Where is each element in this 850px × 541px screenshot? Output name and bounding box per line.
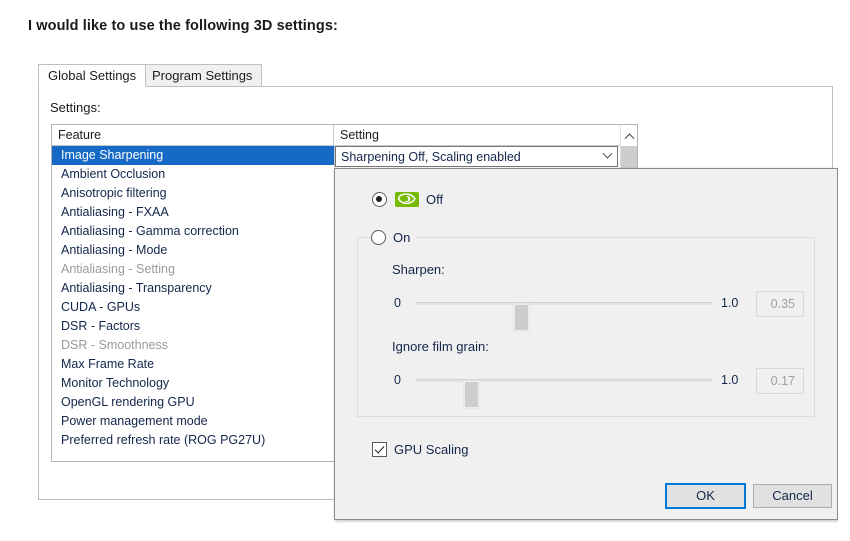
- film-grain-value-field[interactable]: 0.17: [756, 368, 804, 394]
- tab-strip: Global Settings Program Settings: [38, 64, 833, 87]
- settings-row[interactable]: Image Sharpening: [52, 146, 334, 165]
- radio-option-off[interactable]: Off: [372, 192, 443, 207]
- chevron-down-icon[interactable]: [597, 147, 617, 166]
- settings-row[interactable]: Antialiasing - FXAA: [52, 203, 334, 222]
- sharpen-slider-thumb[interactable]: [514, 304, 529, 331]
- radio-off-indicator[interactable]: [372, 192, 387, 207]
- sharpen-slider-track[interactable]: [416, 302, 712, 305]
- gpu-scaling-checkbox[interactable]: [372, 442, 387, 457]
- settings-row-clipped[interactable]: [52, 450, 334, 460]
- radio-off-label: Off: [426, 192, 443, 207]
- settings-row[interactable]: Antialiasing - Setting: [52, 260, 334, 279]
- settings-row[interactable]: Anisotropic filtering: [52, 184, 334, 203]
- cancel-button[interactable]: Cancel: [753, 484, 832, 508]
- settings-row[interactable]: Antialiasing - Transparency: [52, 279, 334, 298]
- settings-row[interactable]: Antialiasing - Mode: [52, 241, 334, 260]
- tab-program-settings-label: Program Settings: [152, 68, 252, 83]
- settings-row[interactable]: CUDA - GPUs: [52, 298, 334, 317]
- film-grain-label: Ignore film grain:: [392, 339, 489, 354]
- setting-value-combobox[interactable]: Sharpening Off, Scaling enabled: [335, 146, 618, 167]
- settings-grid-rows: Image SharpeningAmbient OcclusionAnisotr…: [52, 146, 334, 460]
- nvidia-eye-logo: [395, 192, 419, 207]
- gpu-scaling-label: GPU Scaling: [394, 442, 468, 457]
- settings-row[interactable]: Max Frame Rate: [52, 355, 334, 374]
- settings-row[interactable]: Preferred refresh rate (ROG PG27U): [52, 431, 334, 450]
- column-header-feature[interactable]: Feature: [52, 125, 334, 145]
- tab-strip-underline: [38, 86, 833, 87]
- settings-row[interactable]: DSR - Factors: [52, 317, 334, 336]
- sharpen-slider-row: 0 1.0 0.35: [358, 289, 814, 319]
- tab-program-settings[interactable]: Program Settings: [142, 64, 262, 87]
- image-sharpening-dialog: Off On Sharpen: 0 1.0 0.35: [334, 168, 838, 520]
- column-header-setting[interactable]: Setting: [334, 125, 621, 145]
- film-grain-slider-thumb[interactable]: [464, 381, 479, 408]
- film-grain-min-label: 0: [394, 373, 401, 387]
- film-grain-max-label: 1.0: [721, 373, 738, 387]
- sharpen-value-field[interactable]: 0.35: [756, 291, 804, 317]
- chevron-up-icon[interactable]: [621, 125, 638, 146]
- sharpen-label: Sharpen:: [392, 262, 445, 277]
- settings-row[interactable]: OpenGL rendering GPU: [52, 393, 334, 412]
- settings-list-label: Settings:: [50, 100, 101, 115]
- gpu-scaling-checkbox-row[interactable]: GPU Scaling: [372, 442, 468, 457]
- settings-row[interactable]: Ambient Occlusion: [52, 165, 334, 184]
- settings-grid-header: Feature Setting: [52, 125, 637, 146]
- nvidia-control-panel-3d-settings: I would like to use the following 3D set…: [0, 0, 850, 541]
- setting-value-text: Sharpening Off, Scaling enabled: [336, 150, 597, 164]
- sharpen-max-label: 1.0: [721, 296, 738, 310]
- settings-row[interactable]: Power management mode: [52, 412, 334, 431]
- settings-row[interactable]: DSR - Smoothness: [52, 336, 334, 355]
- settings-row[interactable]: Monitor Technology: [52, 374, 334, 393]
- film-grain-slider-track[interactable]: [416, 379, 712, 382]
- sharpening-options-group: Sharpen: 0 1.0 0.35 Ignore film grain: 0: [357, 237, 815, 417]
- tab-global-settings-label: Global Settings: [48, 68, 136, 83]
- radio-option-on[interactable]: On: [371, 230, 416, 245]
- radio-on-label: On: [393, 230, 410, 245]
- radio-on-indicator[interactable]: [371, 230, 386, 245]
- page-title: I would like to use the following 3D set…: [28, 18, 338, 34]
- ok-button[interactable]: OK: [666, 484, 745, 508]
- tab-global-settings[interactable]: Global Settings: [38, 64, 146, 87]
- settings-row[interactable]: Antialiasing - Gamma correction: [52, 222, 334, 241]
- sharpen-min-label: 0: [394, 296, 401, 310]
- film-grain-slider-row: 0 1.0 0.17: [358, 366, 814, 396]
- page-right-gutter: [838, 0, 850, 541]
